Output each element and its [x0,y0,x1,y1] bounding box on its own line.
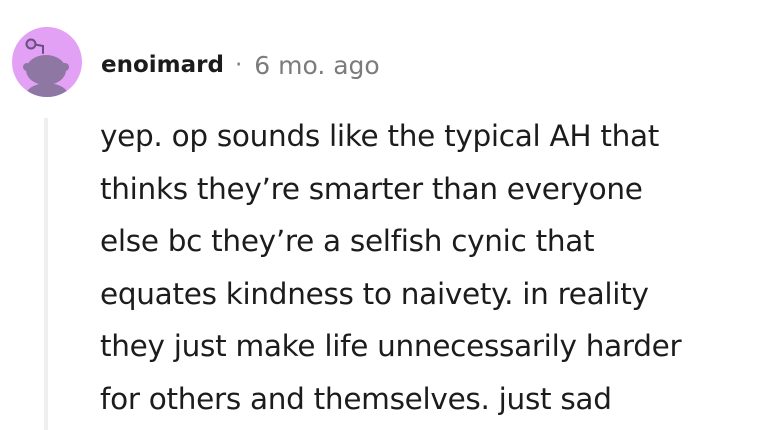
username-link[interactable]: enoimard [101,52,224,78]
comment: enoimard · 6 mo. ago yep. op sounds like… [0,0,770,430]
timestamp-link[interactable]: 6 mo. ago [254,51,379,80]
comment-body-line: equates kindness to naivety. in reality [100,276,649,311]
comment-body-line: else bc they’re a selfish cynic that [100,224,595,258]
comment-body-line: yep. op sounds like the typical AH that [100,119,660,153]
avatar[interactable] [12,27,82,97]
separator-dot: · [234,52,243,78]
comment-header: enoimard · 6 mo. ago [101,45,380,85]
comment-body-line: for others and themselves. just sad [100,381,612,416]
comment-body: yep. op sounds like the typical AH that … [100,110,765,425]
comment-body-line: thinks they’re smarter than everyone [100,171,643,206]
comment-body-line: they just make life unnecessarily harder [100,329,682,363]
snoo-avatar-icon [23,38,69,97]
thread-collapse-line[interactable] [44,118,48,430]
